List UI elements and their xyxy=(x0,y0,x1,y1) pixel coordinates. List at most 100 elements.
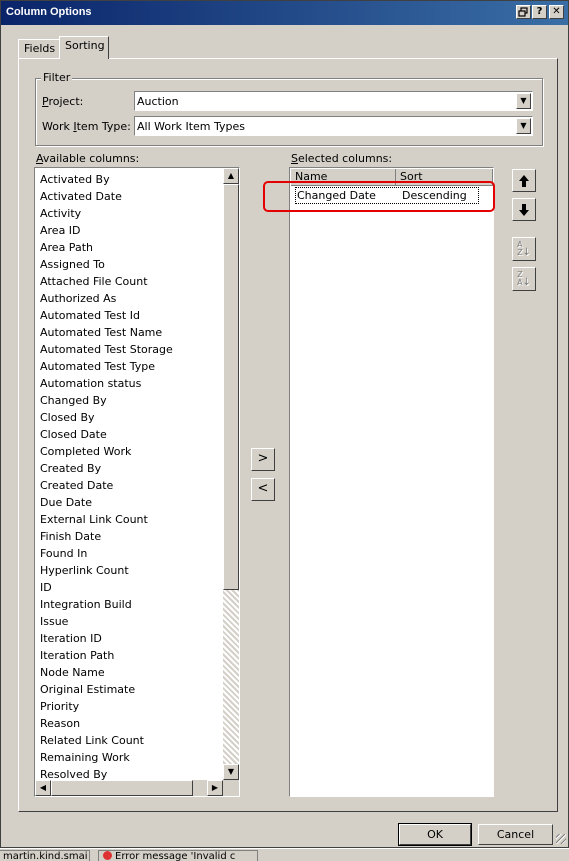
tab-fields-label: Fields xyxy=(24,42,56,55)
cancel-button-label: Cancel xyxy=(496,828,535,841)
arrow-down-icon: ▼ xyxy=(227,767,235,776)
title-bar[interactable]: Column Options ? ✕ xyxy=(1,1,568,25)
highlight-annotation xyxy=(263,181,495,212)
ok-button[interactable]: OK xyxy=(398,823,472,846)
list-item[interactable]: External Link Count xyxy=(40,511,148,528)
list-item[interactable]: Changed By xyxy=(40,392,107,409)
work-item-type-label: Work Item Type: xyxy=(42,120,131,133)
close-icon: ✕ xyxy=(552,6,561,17)
filter-legend: Filter xyxy=(41,71,73,84)
browser-icon xyxy=(103,851,112,860)
list-item[interactable]: Completed Work xyxy=(40,443,131,460)
list-item[interactable]: Finish Date xyxy=(40,528,101,545)
column-options-dialog: Column Options ? ✕ Fields Sorting Filter… xyxy=(0,0,569,848)
available-vertical-scrollbar[interactable]: ▲ ▼ xyxy=(223,168,239,780)
available-columns-list[interactable]: Activated By Activated Date Activity Area I… xyxy=(34,167,240,797)
list-item[interactable]: Iteration Path xyxy=(40,647,114,664)
list-item[interactable]: Activated Date xyxy=(40,188,122,205)
list-item[interactable]: Original Estimate xyxy=(40,681,135,698)
project-dropdown-button[interactable]: ▼ xyxy=(516,93,531,109)
list-item[interactable]: Activity xyxy=(40,205,81,222)
available-label-access-key: A xyxy=(36,152,43,165)
selected-columns-list[interactable] xyxy=(289,167,494,797)
ok-button-label: OK xyxy=(427,828,443,841)
list-item[interactable]: Automated Test Id xyxy=(40,307,140,324)
list-item[interactable]: Created By xyxy=(40,460,101,477)
move-down-button[interactable] xyxy=(512,198,536,221)
tab-sorting-label: Sorting xyxy=(65,39,105,52)
tab-sorting[interactable]: Sorting xyxy=(59,36,109,59)
selected-label-access-key: S xyxy=(291,152,298,165)
list-item[interactable]: ID xyxy=(40,579,52,596)
list-item[interactable]: Authorized As xyxy=(40,290,116,307)
scroll-down-button[interactable]: ▼ xyxy=(223,764,239,780)
list-item[interactable]: Related Link Count xyxy=(40,732,144,749)
list-item[interactable]: Integration Build xyxy=(40,596,132,613)
list-item[interactable]: Automated Test Name xyxy=(40,324,162,341)
list-item[interactable]: Closed By xyxy=(40,409,95,426)
list-item[interactable]: Area ID xyxy=(40,222,81,239)
selected-columns-label: Selected columns: xyxy=(291,152,392,165)
list-item[interactable]: Reason xyxy=(40,715,80,732)
list-item[interactable]: Hyperlink Count xyxy=(40,562,129,579)
list-item[interactable]: Attached File Count xyxy=(40,273,148,290)
available-horizontal-scrollbar[interactable]: ◀ ▶ xyxy=(35,780,223,796)
scroll-thumb[interactable] xyxy=(223,184,239,590)
selected-label-text: elected columns: xyxy=(297,152,393,165)
taskbar: martin.kind.smai Error message 'Invalid … xyxy=(0,848,569,861)
arrow-down-icon xyxy=(519,204,529,216)
list-item[interactable]: Automated Test Type xyxy=(40,358,155,375)
scroll-right-button[interactable]: ▶ xyxy=(207,780,223,796)
help-icon: ? xyxy=(536,6,543,17)
list-item[interactable]: Found In xyxy=(40,545,87,562)
horizontal-scroll-thumb[interactable] xyxy=(51,780,193,796)
wit-label-pre: Work xyxy=(42,120,74,133)
remove-column-button[interactable]: < xyxy=(251,478,275,501)
list-item[interactable]: Remaining Work xyxy=(40,749,130,766)
list-item[interactable]: Assigned To xyxy=(40,256,105,273)
sort-asc-arrow: ↓ xyxy=(522,247,531,258)
available-columns-label: Available columns: xyxy=(36,152,139,165)
sort-descending-button[interactable]: Z A ↓ xyxy=(512,267,536,291)
scroll-up-button[interactable]: ▲ xyxy=(223,168,239,184)
add-column-button[interactable]: > xyxy=(251,448,275,471)
list-item[interactable]: Automation status xyxy=(40,375,141,392)
available-label-text: vailable columns: xyxy=(42,152,140,165)
list-item[interactable]: Activated By xyxy=(40,171,110,188)
list-item[interactable]: Due Date xyxy=(40,494,92,511)
taskbar-item[interactable]: Error message 'Invalid c xyxy=(98,850,258,861)
list-item[interactable]: Created Date xyxy=(40,477,113,494)
work-item-type-dropdown-button[interactable]: ▼ xyxy=(516,118,531,134)
project-select[interactable]: Auction ▼ xyxy=(134,91,533,111)
list-item[interactable]: Issue xyxy=(40,613,68,630)
list-item[interactable]: Iteration ID xyxy=(40,630,102,647)
chevron-down-icon: ▼ xyxy=(520,121,527,130)
list-item[interactable]: Priority xyxy=(40,698,79,715)
arrow-up-icon: ▲ xyxy=(227,171,235,180)
close-button[interactable]: ✕ xyxy=(549,5,564,19)
move-up-button[interactable] xyxy=(512,169,536,192)
chevron-right-icon: > xyxy=(257,451,269,466)
list-item[interactable]: Automated Test Storage xyxy=(40,341,173,358)
resize-grip[interactable] xyxy=(556,834,566,844)
restore-icon xyxy=(518,7,528,17)
project-label: Project: xyxy=(42,95,83,108)
arrow-left-icon: ◀ xyxy=(39,783,47,792)
list-item[interactable]: Area Path xyxy=(40,239,93,256)
list-item[interactable]: Closed Date xyxy=(40,426,107,443)
work-item-type-select-value: All Work Item Types xyxy=(137,120,246,133)
scroll-left-button[interactable]: ◀ xyxy=(35,780,51,796)
help-button[interactable]: ? xyxy=(532,5,547,19)
list-item[interactable]: Node Name xyxy=(40,664,105,681)
work-item-type-select[interactable]: All Work Item Types ▼ xyxy=(134,116,533,136)
chevron-down-icon: ▼ xyxy=(520,96,527,105)
restore-button[interactable] xyxy=(516,5,531,19)
project-label-text: roject: xyxy=(48,95,84,108)
cancel-button[interactable]: Cancel xyxy=(478,824,553,845)
sort-desc-arrow: ↓ xyxy=(522,277,531,288)
project-select-value: Auction xyxy=(137,95,179,108)
tab-fields[interactable]: Fields xyxy=(18,39,60,58)
window-title: Column Options xyxy=(6,6,92,18)
sort-ascending-button[interactable]: A Z ↓ xyxy=(512,237,536,261)
taskbar-item[interactable]: martin.kind.smai xyxy=(0,850,90,861)
